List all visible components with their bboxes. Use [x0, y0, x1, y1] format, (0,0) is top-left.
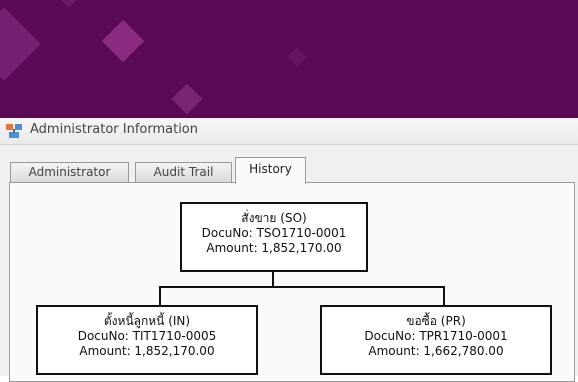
node-amount: Amount: 1,852,170.00 — [206, 241, 342, 255]
node-docuno: DocuNo: TSO1710-0001 — [201, 226, 347, 240]
banner-decoration — [56, 0, 82, 8]
node-title: ตั้งหนี้ลูกหนี้ (IN) — [103, 314, 191, 328]
banner-decoration — [0, 7, 41, 81]
tab-history[interactable]: History — [235, 157, 306, 184]
tree-connector — [443, 286, 445, 305]
tab-audit-trail[interactable]: Audit Trail — [135, 162, 232, 182]
node-amount: Amount: 1,852,170.00 — [79, 344, 215, 358]
document-node-so[interactable]: สั่งขาย (SO) DocuNo: TSO1710-0001 Amount… — [180, 202, 368, 272]
tab-administrator[interactable]: Administrator — [10, 162, 129, 182]
window-title: Administrator Information — [30, 122, 199, 137]
node-docuno: DocuNo: TIT1710-0005 — [77, 329, 217, 343]
node-amount: Amount: 1,662,780.00 — [368, 344, 504, 358]
tree-connector — [159, 286, 445, 288]
history-panel: สั่งขาย (SO) DocuNo: TSO1710-0001 Amount… — [9, 182, 575, 382]
node-title: สั่งขาย (SO) — [241, 211, 307, 225]
administrator-information-window: Administrator Information Administrator … — [0, 118, 578, 382]
tree-connector — [272, 272, 274, 287]
tree-connector — [159, 286, 161, 305]
document-node-in[interactable]: ตั้งหนี้ลูกหนี้ (IN) DocuNo: TIT1710-000… — [36, 305, 258, 375]
document-node-pr[interactable]: ขอซื้อ (PR) DocuNo: TPR1710-0001 Amount:… — [320, 305, 552, 375]
header-banner — [0, 0, 578, 118]
window-titlebar: Administrator Information — [0, 118, 578, 145]
window-app-icon — [6, 124, 22, 138]
node-title: ขอซื้อ (PR) — [406, 314, 466, 328]
banner-decoration — [287, 47, 307, 67]
node-docuno: DocuNo: TPR1710-0001 — [364, 329, 508, 343]
banner-decoration — [171, 83, 203, 115]
banner-decoration — [101, 19, 145, 63]
